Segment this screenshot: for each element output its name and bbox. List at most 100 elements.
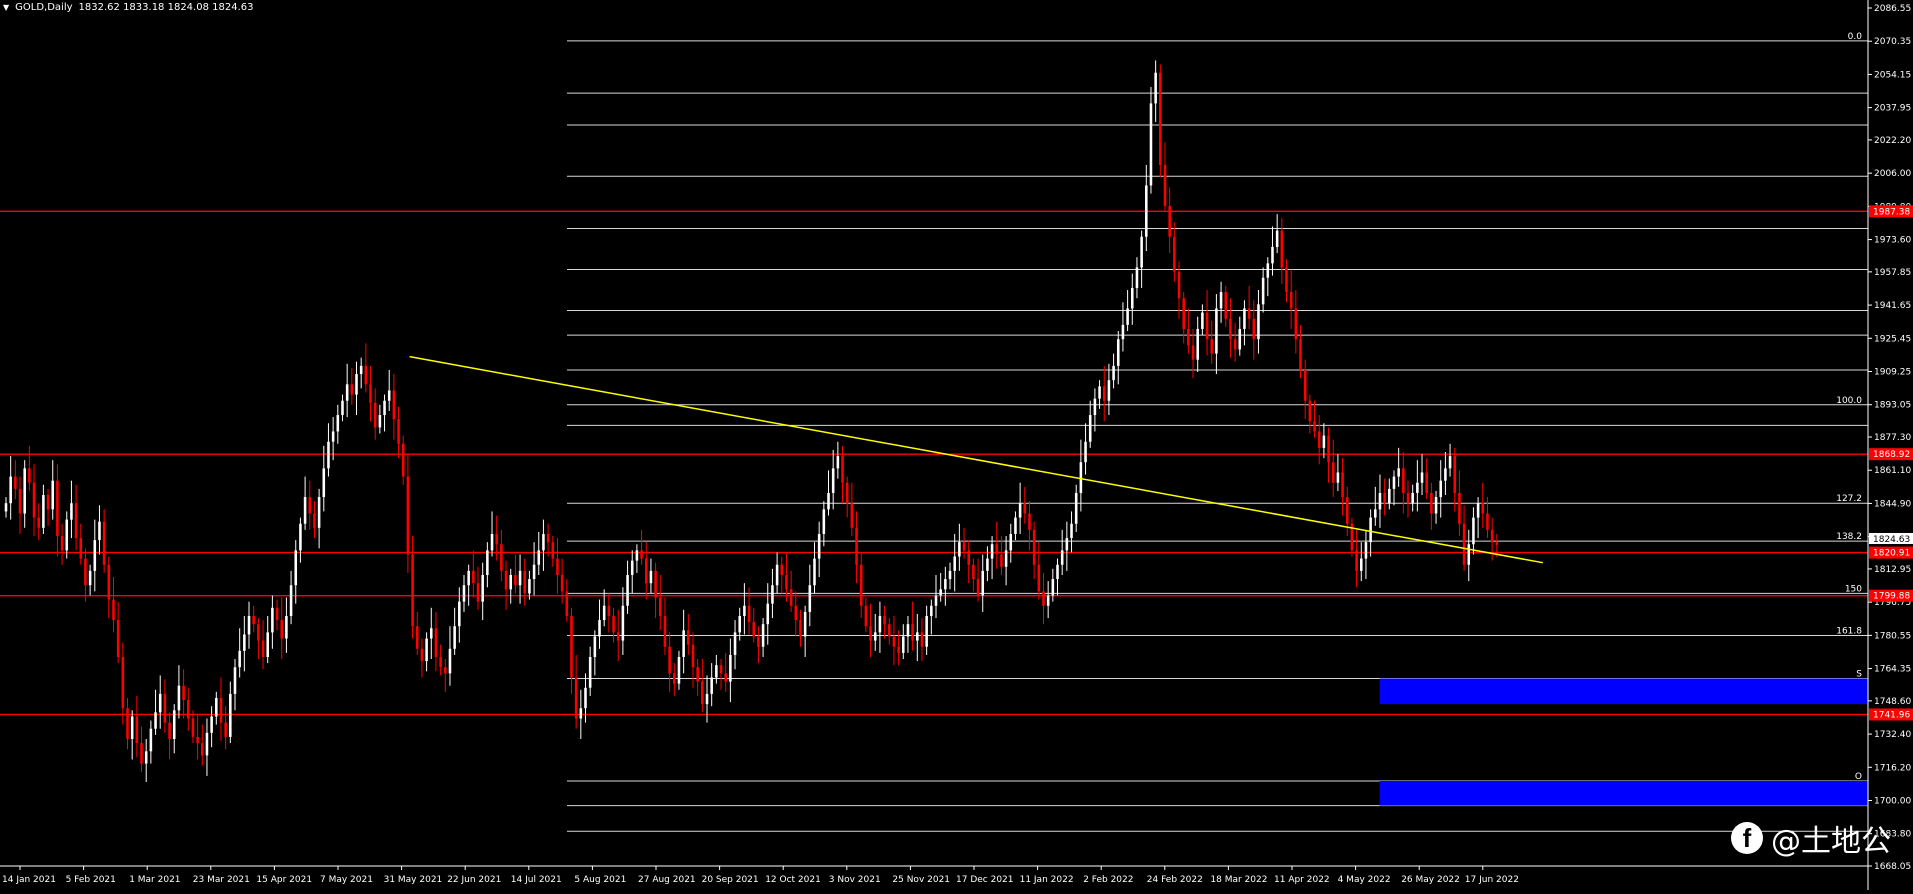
price-tag-label: 1987.38 (1873, 207, 1910, 217)
candle-body (401, 443, 405, 477)
candle-body (1014, 517, 1017, 534)
candle-body (1205, 312, 1209, 340)
candle-body (271, 607, 274, 633)
candle-body (1046, 595, 1050, 606)
price-tag-label: 1741.96 (1873, 710, 1910, 720)
chevron-down-icon[interactable]: ▼ (3, 3, 9, 12)
candle-body (743, 605, 746, 616)
candle-body (1388, 488, 1391, 504)
candle-body (621, 605, 625, 641)
candle-body (873, 632, 877, 641)
candle-body (673, 673, 676, 684)
candle-body (285, 615, 288, 639)
time-tick-label: 7 May 2021 (320, 875, 373, 885)
time-tick-label: 1 Mar 2021 (129, 875, 180, 885)
time-tick-label: 11 Jan 2022 (1020, 875, 1074, 885)
candle-body (831, 468, 835, 493)
candle-body (65, 519, 69, 551)
candle-body (1098, 386, 1101, 399)
price-tick-label: 1732.40 (1874, 730, 1911, 740)
fib-level-label: O (1855, 772, 1862, 782)
candle-body (794, 605, 798, 621)
candle-body (154, 712, 157, 729)
time-tick-label: 14 Jan 2021 (2, 875, 56, 885)
candle-body (836, 456, 840, 469)
time-tick-label: 12 Oct 2021 (765, 875, 821, 885)
candle-body (1331, 462, 1335, 483)
candle-body (23, 468, 26, 514)
candle-body (1070, 523, 1073, 539)
time-tick-label: 17 Dec 2021 (956, 875, 1014, 885)
candle-body (229, 693, 232, 737)
candle-body (9, 476, 12, 504)
candle-body (1154, 72, 1157, 104)
candle-body (518, 570, 522, 586)
price-tick-label: 1877.30 (1874, 433, 1911, 443)
candle-body (1444, 468, 1447, 481)
candle-body (149, 728, 153, 752)
candle-body (1182, 298, 1185, 329)
candle-body (215, 697, 218, 717)
candle-body (439, 656, 442, 668)
candle-body (598, 620, 601, 637)
trendline[interactable] (409, 355, 1543, 564)
candle-body (93, 540, 97, 571)
candle-body (1084, 441, 1087, 463)
candle-body (313, 513, 316, 528)
candle-body (476, 583, 480, 602)
candle-body (724, 673, 727, 682)
watermark: f @土地公 (1731, 816, 1891, 860)
price-axis[interactable]: 2086.55 2070.35 2054.15 2037.95 2022.20 2006.… (1867, 0, 1913, 890)
price-tick-label: 1716.20 (1874, 763, 1911, 773)
chart-canvas[interactable]: 0.0 100.0 127.2 138.2 150 161.8 S O 2086.55 2070… (0, 0, 1913, 890)
candle-body (855, 527, 858, 565)
candle-body (715, 665, 718, 678)
time-tick-label: 31 May 2021 (384, 875, 443, 885)
time-tick-label: 5 Feb 2021 (66, 875, 116, 885)
candle-body (1135, 267, 1139, 288)
candle-body (1411, 492, 1414, 504)
candle-body (719, 665, 723, 674)
candle-body (219, 697, 223, 723)
current-price-label: 1824.63 (1873, 535, 1910, 545)
candle-body (948, 570, 952, 580)
candle-body (420, 648, 424, 662)
candle-body (1023, 503, 1027, 514)
candle-body (243, 634, 246, 651)
candle-body (462, 585, 466, 602)
candle-body (1163, 164, 1167, 206)
candle-body (1215, 308, 1218, 354)
candle-body (1369, 517, 1372, 543)
candle-body (1028, 513, 1031, 530)
candle-body (191, 718, 195, 737)
candle-body (607, 605, 611, 616)
candle-body (1187, 328, 1190, 346)
candle-body (116, 620, 120, 657)
candle-body (738, 615, 741, 633)
candle-body (1037, 564, 1041, 592)
candle-body (84, 558, 87, 586)
time-axis[interactable]: 14 Jan 2021 5 Feb 2021 1 Mar 2021 23 Mar 20… (0, 865, 1868, 885)
candle-body (1173, 236, 1176, 272)
candle-body (658, 597, 662, 616)
candle-body (1458, 492, 1461, 524)
ohlc-readout: 1832.62 1833.18 1824.08 1824.63 (78, 1, 254, 13)
candle-body (1000, 554, 1003, 567)
time-tick-label: 5 Aug 2021 (574, 875, 626, 885)
price-tick-label: 2070.35 (1874, 37, 1911, 47)
price-tick-label: 1893.05 (1874, 401, 1911, 411)
candle-body (37, 517, 40, 528)
candle-body (584, 687, 587, 709)
price-tick-label: 1700.00 (1874, 796, 1911, 806)
candle-body (233, 667, 237, 694)
time-tick-label: 11 Apr 2022 (1274, 875, 1330, 885)
price-tick-label: 2037.95 (1874, 104, 1911, 114)
candle-body (668, 646, 671, 674)
candle-body (1093, 398, 1097, 416)
gold-daily-chart[interactable]: 0.0 100.0 127.2 138.2 150 161.8 S O 2086.55 2070… (0, 0, 1913, 890)
candle-body (850, 503, 854, 528)
candle-body (1060, 550, 1064, 565)
candle-body (1018, 503, 1022, 518)
candle-body (869, 626, 872, 641)
fib-level-label: 127.2 (1836, 494, 1862, 504)
